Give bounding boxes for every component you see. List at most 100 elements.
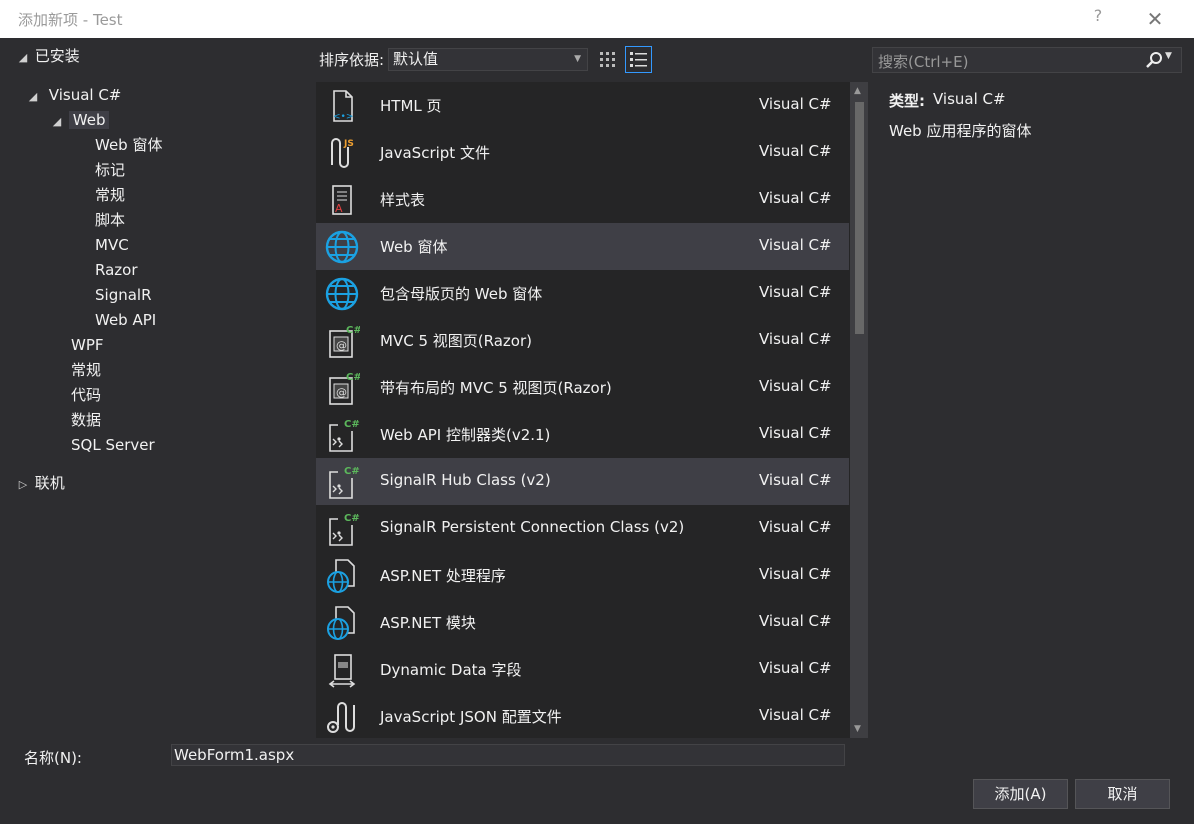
left-edge xyxy=(0,38,8,824)
tree-node-code[interactable]: 代码 xyxy=(71,383,101,407)
csharp-class-icon: C# xyxy=(324,464,360,500)
template-language: Visual C# xyxy=(759,142,832,160)
cancel-button[interactable]: 取消 xyxy=(1075,779,1170,809)
scroll-up-icon[interactable]: ▲ xyxy=(854,86,861,96)
template-item[interactable]: 包含母版页的 Web 窗体 Visual C# xyxy=(316,270,849,317)
scroll-thumb[interactable] xyxy=(855,102,864,334)
template-language: Visual C# xyxy=(759,189,832,207)
search-placeholder: 搜索(Ctrl+E) xyxy=(878,53,969,71)
help-button[interactable]: ? xyxy=(1088,6,1108,30)
expanded-arrow-icon: ◢ xyxy=(18,51,28,64)
template-name: MVC 5 视图页(Razor) xyxy=(380,332,532,350)
web-form-icon xyxy=(324,229,360,265)
template-name: SignalR Persistent Connection Class (v2) xyxy=(380,518,685,536)
template-item[interactable]: C# Web API 控制器类(v2.1) Visual C# xyxy=(316,411,849,458)
template-language: Visual C# xyxy=(759,236,832,254)
sort-label: 排序依据: xyxy=(319,51,385,69)
aspnet-file-icon xyxy=(324,558,360,594)
stylesheet-icon: A xyxy=(324,182,360,218)
template-language: Visual C# xyxy=(759,424,832,442)
tree-node-label: Web xyxy=(68,111,110,129)
tree-node-visual-csharp[interactable]: ◢ Visual C# xyxy=(26,83,122,107)
template-language: Visual C# xyxy=(759,330,832,348)
template-item[interactable]: Dynamic Data 字段 Visual C# xyxy=(316,646,849,693)
search-options-arrow-icon[interactable]: ▼ xyxy=(1165,51,1172,61)
template-list: <•> HTML 页 Visual C# JS JavaScript 文件 Visual … xyxy=(316,82,868,738)
tree-node-data[interactable]: 数据 xyxy=(71,408,101,432)
tree-node-script[interactable]: 脚本 xyxy=(95,208,125,232)
list-view-icon xyxy=(630,52,647,67)
template-item[interactable]: @ C# MVC 5 视图页(Razor) Visual C# xyxy=(316,317,849,364)
template-item[interactable]: @ C# 带有布局的 MVC 5 视图页(Razor) Visual C# xyxy=(316,364,849,411)
template-name: Web 窗体 xyxy=(380,238,448,256)
tree-node-sql-server[interactable]: SQL Server xyxy=(71,433,155,457)
name-label: 名称(N): xyxy=(24,749,82,767)
expanded-arrow-icon: ◢ xyxy=(28,90,38,103)
tree-node-wpf[interactable]: WPF xyxy=(71,333,104,357)
csharp-class-icon: C# xyxy=(324,511,360,547)
tree-node-razor[interactable]: Razor xyxy=(95,258,138,282)
template-name: ASP.NET 处理程序 xyxy=(380,567,506,585)
html-page-icon: <•> xyxy=(324,88,360,124)
add-new-item-dialog: 添加新项 - Test ? ✕ ◢ 已安装 ◢ Visual C# ◢ Web … xyxy=(0,0,1194,824)
template-item[interactable]: JS JavaScript 文件 Visual C# xyxy=(316,129,849,176)
vertical-scrollbar[interactable]: ▲ ▼ xyxy=(850,82,868,738)
template-item[interactable]: Web 窗体 Visual C# xyxy=(316,223,849,270)
json-config-icon xyxy=(324,699,360,735)
close-button[interactable]: ✕ xyxy=(1138,4,1172,34)
type-label: 类型: xyxy=(889,92,925,110)
background-window-edge xyxy=(1183,38,1194,824)
sort-dropdown[interactable]: 默认值 ▼ xyxy=(388,48,588,71)
list-view-button[interactable] xyxy=(625,46,652,73)
tree-node-web[interactable]: ◢ Web xyxy=(50,108,110,132)
expanded-arrow-icon: ◢ xyxy=(52,115,62,128)
template-name: JavaScript 文件 xyxy=(380,144,490,162)
template-name: Dynamic Data 字段 xyxy=(380,661,522,679)
tree-node-label: 已安装 xyxy=(34,47,80,65)
svg-text:A: A xyxy=(335,202,343,215)
template-language: Visual C# xyxy=(759,565,832,583)
title-bar: 添加新项 - Test ? ✕ xyxy=(0,0,1194,38)
template-language: Visual C# xyxy=(759,471,832,489)
template-item[interactable]: <•> HTML 页 Visual C# xyxy=(316,82,849,129)
template-language: Visual C# xyxy=(759,612,832,630)
tree-node-web-api[interactable]: Web API xyxy=(95,308,156,332)
svg-text:C#: C# xyxy=(346,325,360,336)
template-item[interactable]: C# SignalR Hub Class (v2) Visual C# xyxy=(316,458,849,505)
tree-node-general2[interactable]: 常规 xyxy=(71,358,101,382)
tree-node-markup[interactable]: 标记 xyxy=(95,158,125,182)
template-item[interactable]: ASP.NET 模块 Visual C# xyxy=(316,599,849,646)
web-form-icon xyxy=(324,276,360,312)
template-item[interactable]: ASP.NET 处理程序 Visual C# xyxy=(316,552,849,599)
tree-node-signalr[interactable]: SignalR xyxy=(95,283,152,307)
grid-view-icon xyxy=(600,52,615,67)
svg-text:@: @ xyxy=(336,386,347,399)
template-language: Visual C# xyxy=(759,706,832,724)
template-item[interactable]: A 样式表 Visual C# xyxy=(316,176,849,223)
category-tree: ◢ 已安装 ◢ Visual C# ◢ Web Web 窗体 标记 常规 脚本 … xyxy=(8,38,314,738)
sort-value: 默认值 xyxy=(393,50,439,68)
type-value: Visual C# xyxy=(933,90,1006,108)
bottom-bar: 名称(N): 添加(A) 取消 xyxy=(8,738,1183,824)
template-item[interactable]: JavaScript JSON 配置文件 Visual C# xyxy=(316,693,849,738)
search-icon[interactable] xyxy=(1143,50,1165,70)
search-box[interactable]: 搜索(Ctrl+E) ▼ xyxy=(872,47,1182,73)
tree-node-general[interactable]: 常规 xyxy=(95,183,125,207)
javascript-file-icon: JS xyxy=(324,135,360,171)
template-description: Web 应用程序的窗体 xyxy=(889,122,1032,140)
template-name: 带有布局的 MVC 5 视图页(Razor) xyxy=(380,379,612,397)
template-name: ASP.NET 模块 xyxy=(380,614,476,632)
tree-node-label: Visual C# xyxy=(48,86,122,104)
grid-view-button[interactable] xyxy=(596,47,620,71)
add-button[interactable]: 添加(A) xyxy=(973,779,1068,809)
tree-node-installed[interactable]: ◢ 已安装 xyxy=(16,44,80,68)
template-item[interactable]: C# SignalR Persistent Connection Class (v… xyxy=(316,505,849,552)
name-input[interactable] xyxy=(171,744,845,766)
tree-node-mvc[interactable]: MVC xyxy=(95,233,129,257)
template-language: Visual C# xyxy=(759,518,832,536)
template-name: 包含母版页的 Web 窗体 xyxy=(380,285,543,303)
svg-text:C#: C# xyxy=(344,419,360,430)
tree-node-web-forms[interactable]: Web 窗体 xyxy=(95,133,162,157)
scroll-down-icon[interactable]: ▼ xyxy=(854,724,861,734)
tree-node-online[interactable]: ▷ 联机 xyxy=(16,471,65,495)
